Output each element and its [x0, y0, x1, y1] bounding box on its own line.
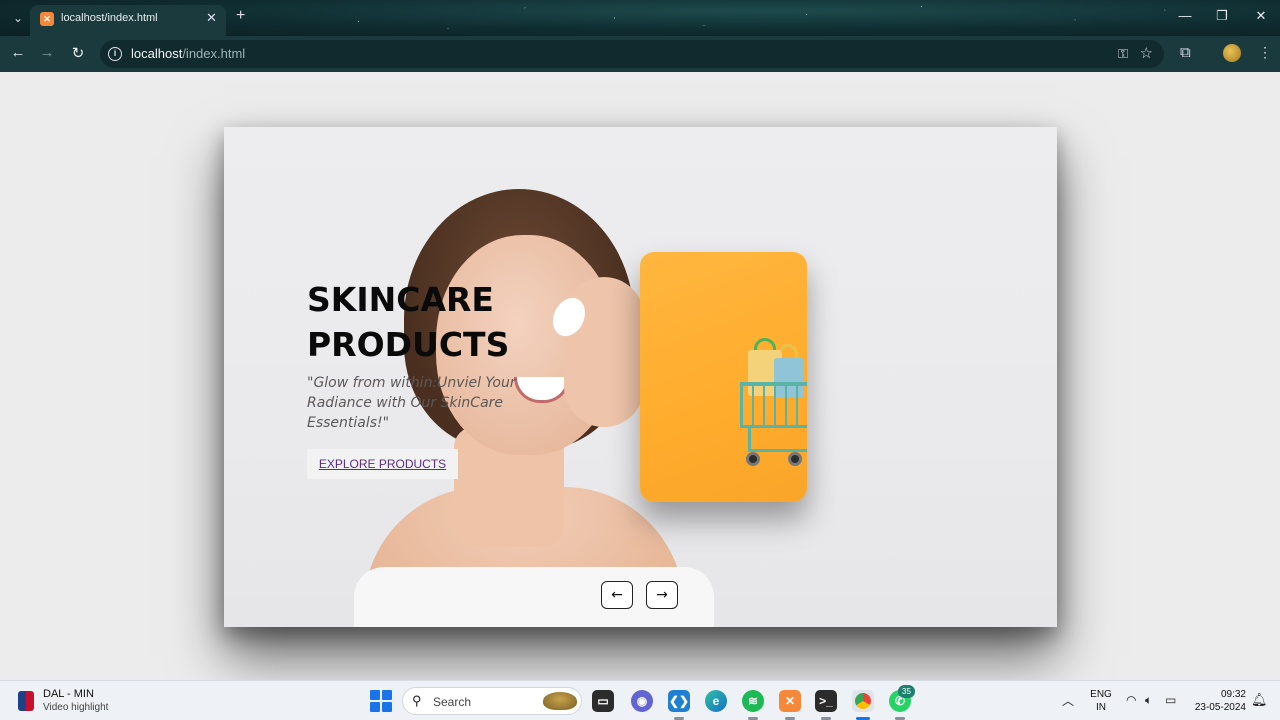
explore-products-button[interactable]: EXPLORE PRODUCTS: [307, 449, 458, 479]
wifi-icon[interactable]: ◠: [1126, 693, 1136, 707]
edge-icon[interactable]: e: [705, 690, 727, 712]
language-indicator[interactable]: ENG IN: [1090, 688, 1112, 714]
forward-button[interactable]: →: [37, 44, 57, 61]
clock-time: 09:32: [1220, 689, 1246, 700]
chrome-icon[interactable]: [852, 690, 874, 720]
bookmark-star-icon[interactable]: ☆: [1140, 44, 1153, 62]
back-button[interactable]: ←: [8, 44, 28, 61]
xampp-icon[interactable]: ✕: [779, 690, 801, 720]
shopping-card-image[interactable]: [640, 252, 807, 502]
search-label: Search: [433, 695, 472, 709]
news-subtitle: Video highlight: [43, 702, 109, 713]
taskbar: DAL - MIN Video highlight ⚲ Search ▭ ◉ ❮…: [0, 680, 1280, 720]
search-highlight-turtle-icon: [543, 692, 577, 710]
xampp-favicon-icon: ✕: [40, 12, 54, 26]
hero-slide: SKINCARE PRODUCTS "Glow from within:Unvi…: [224, 127, 1057, 627]
cart-wheel: [788, 452, 802, 466]
url-host: localhost: [131, 46, 183, 61]
address-bar[interactable]: i localhost/index.html ⚿ ☆: [100, 40, 1164, 68]
vscode-icon[interactable]: ❮❯: [668, 690, 690, 720]
url-text[interactable]: localhost/index.html: [131, 46, 245, 61]
shopping-cart-icon: [740, 330, 807, 495]
browser-titlebar: ⌄ ✕ localhost/index.html ✕ + — ❐ ✕: [0, 0, 1280, 36]
cart-basket: [740, 382, 807, 428]
active-tab[interactable]: ✕ localhost/index.html ✕: [30, 5, 226, 36]
tab-search-chevron-icon[interactable]: ⌄: [8, 8, 28, 28]
menu-icon[interactable]: ⋮: [1258, 44, 1272, 61]
profile-avatar[interactable]: [1223, 44, 1241, 62]
maximize-button[interactable]: ❐: [1212, 8, 1232, 24]
clock-date: 23-05-2024: [1194, 702, 1246, 713]
hero-tagline: "Glow from within:Unviel Your Radiance w…: [307, 375, 516, 431]
headline-line-2: PRODUCTS: [307, 325, 510, 364]
whatsapp-unread-badge: 35: [898, 685, 915, 698]
spotify-icon[interactable]: ≋: [742, 690, 764, 720]
next-slide-button[interactable]: →: [646, 581, 678, 609]
clock[interactable]: 09:32 23-05-2024: [1186, 688, 1246, 714]
start-windows-icon[interactable]: [370, 690, 392, 712]
taskbar-search[interactable]: ⚲ Search: [402, 687, 582, 715]
minimize-button[interactable]: —: [1175, 8, 1195, 23]
tab-close-icon[interactable]: ✕: [206, 10, 217, 26]
prev-slide-button[interactable]: ←: [601, 581, 633, 609]
tab-title: localhost/index.html: [61, 12, 158, 24]
browser-toolbar: ← → ↻ i localhost/index.html ⚿ ☆ ⧉ ⋮: [0, 36, 1280, 72]
terminal-icon[interactable]: >_: [815, 690, 837, 720]
chrome-logo: [855, 693, 871, 709]
lang-line-1: ENG: [1090, 689, 1112, 700]
cart-wheel: [746, 452, 760, 466]
cart-frame: [748, 428, 807, 452]
key-icon[interactable]: ⚿: [1118, 46, 1128, 62]
url-path: /index.html: [182, 46, 246, 61]
reload-button[interactable]: ↻: [68, 44, 88, 62]
close-window-button[interactable]: ✕: [1251, 8, 1271, 24]
search-icon: ⚲: [412, 693, 422, 708]
teams-icon[interactable]: ◉: [631, 690, 653, 712]
page-viewport: SKINCARE PRODUCTS "Glow from within:Unvi…: [0, 72, 1280, 680]
volume-icon[interactable]: 🔈︎: [1145, 693, 1152, 708]
file-explorer-icon[interactable]: ▭: [592, 690, 614, 712]
nba-logo-icon: [18, 691, 34, 711]
site-info-icon[interactable]: i: [108, 47, 122, 61]
news-title: DAL - MIN: [43, 688, 94, 700]
headline-line-1: SKINCARE: [307, 280, 494, 319]
notification-bell-icon[interactable]: 🔔︎: [1251, 692, 1268, 708]
lang-line-2: IN: [1096, 702, 1106, 713]
tray-overflow-chevron-icon[interactable]: ︿: [1062, 692, 1074, 709]
battery-icon[interactable]: ▭: [1165, 693, 1176, 707]
new-tab-button[interactable]: +: [236, 7, 245, 25]
extensions-icon[interactable]: ⧉: [1180, 44, 1191, 61]
hero-headline: SKINCARE PRODUCTS: [307, 277, 567, 367]
